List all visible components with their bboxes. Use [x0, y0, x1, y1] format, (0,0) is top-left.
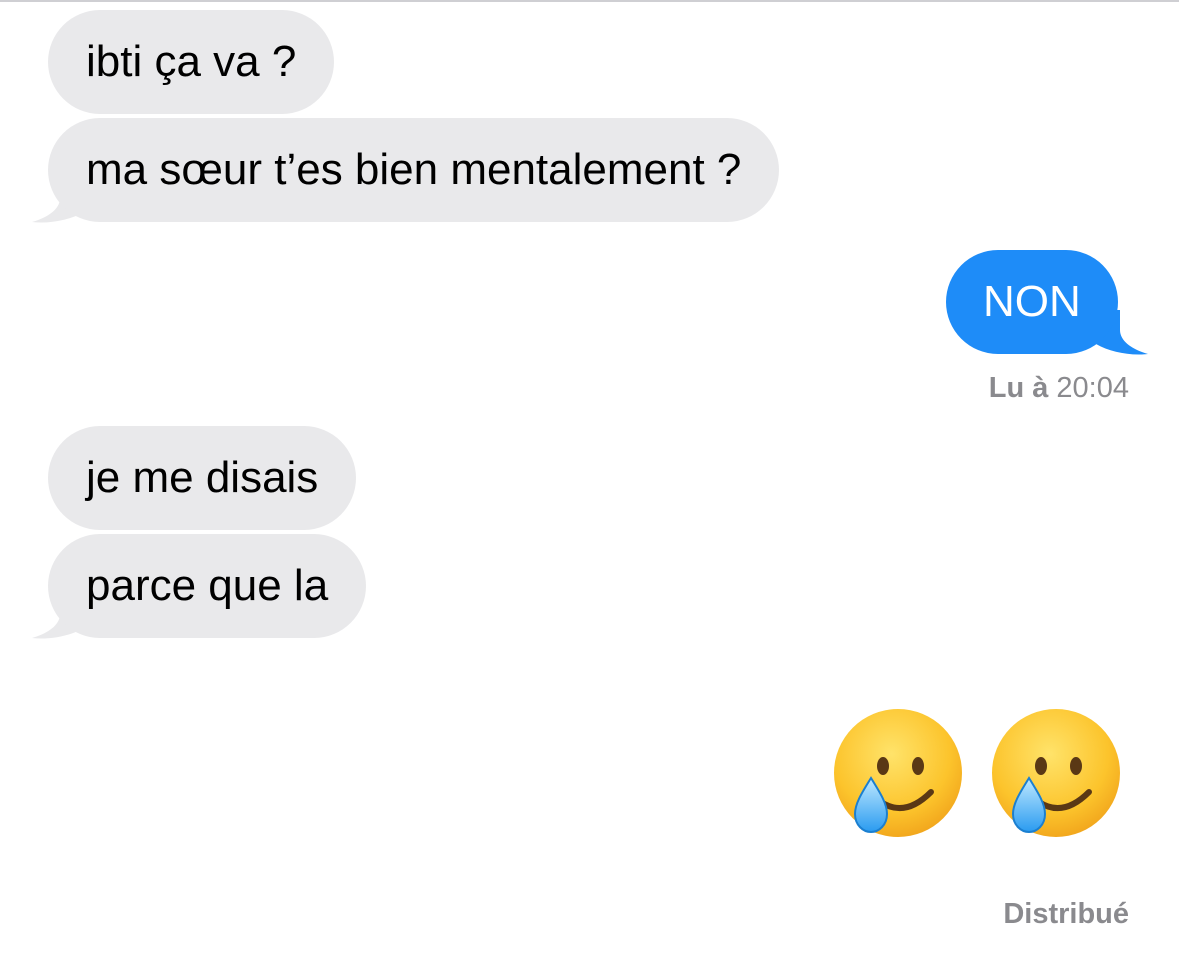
- message-text: ibti ça va ?: [86, 37, 297, 86]
- message-text: NON: [983, 277, 1081, 326]
- message-text: je me disais: [86, 453, 319, 502]
- read-receipt: Lu à 20:04: [989, 372, 1129, 405]
- emoji-message[interactable]: [831, 706, 1123, 840]
- read-receipt-prefix: Lu à: [988, 372, 1049, 404]
- received-message-bubble[interactable]: parce que la: [48, 534, 367, 638]
- smiling-face-with-tear-icon: [834, 709, 962, 837]
- read-receipt-time: 20:04: [1056, 372, 1129, 404]
- message-text: parce que la: [86, 561, 329, 610]
- smiling-face-with-tear-icon: [992, 709, 1120, 837]
- delivery-status: Distribué: [1003, 898, 1129, 930]
- received-message-bubble[interactable]: ma sœur t’es bien mentalement ?: [48, 118, 780, 222]
- received-message-bubble[interactable]: ibti ça va ?: [48, 10, 335, 114]
- sent-message-bubble[interactable]: NON: [946, 250, 1118, 354]
- message-text: ma sœur t’es bien mentalement ?: [86, 145, 742, 194]
- received-message-bubble[interactable]: je me disais: [48, 426, 357, 530]
- top-divider: [0, 0, 1179, 2]
